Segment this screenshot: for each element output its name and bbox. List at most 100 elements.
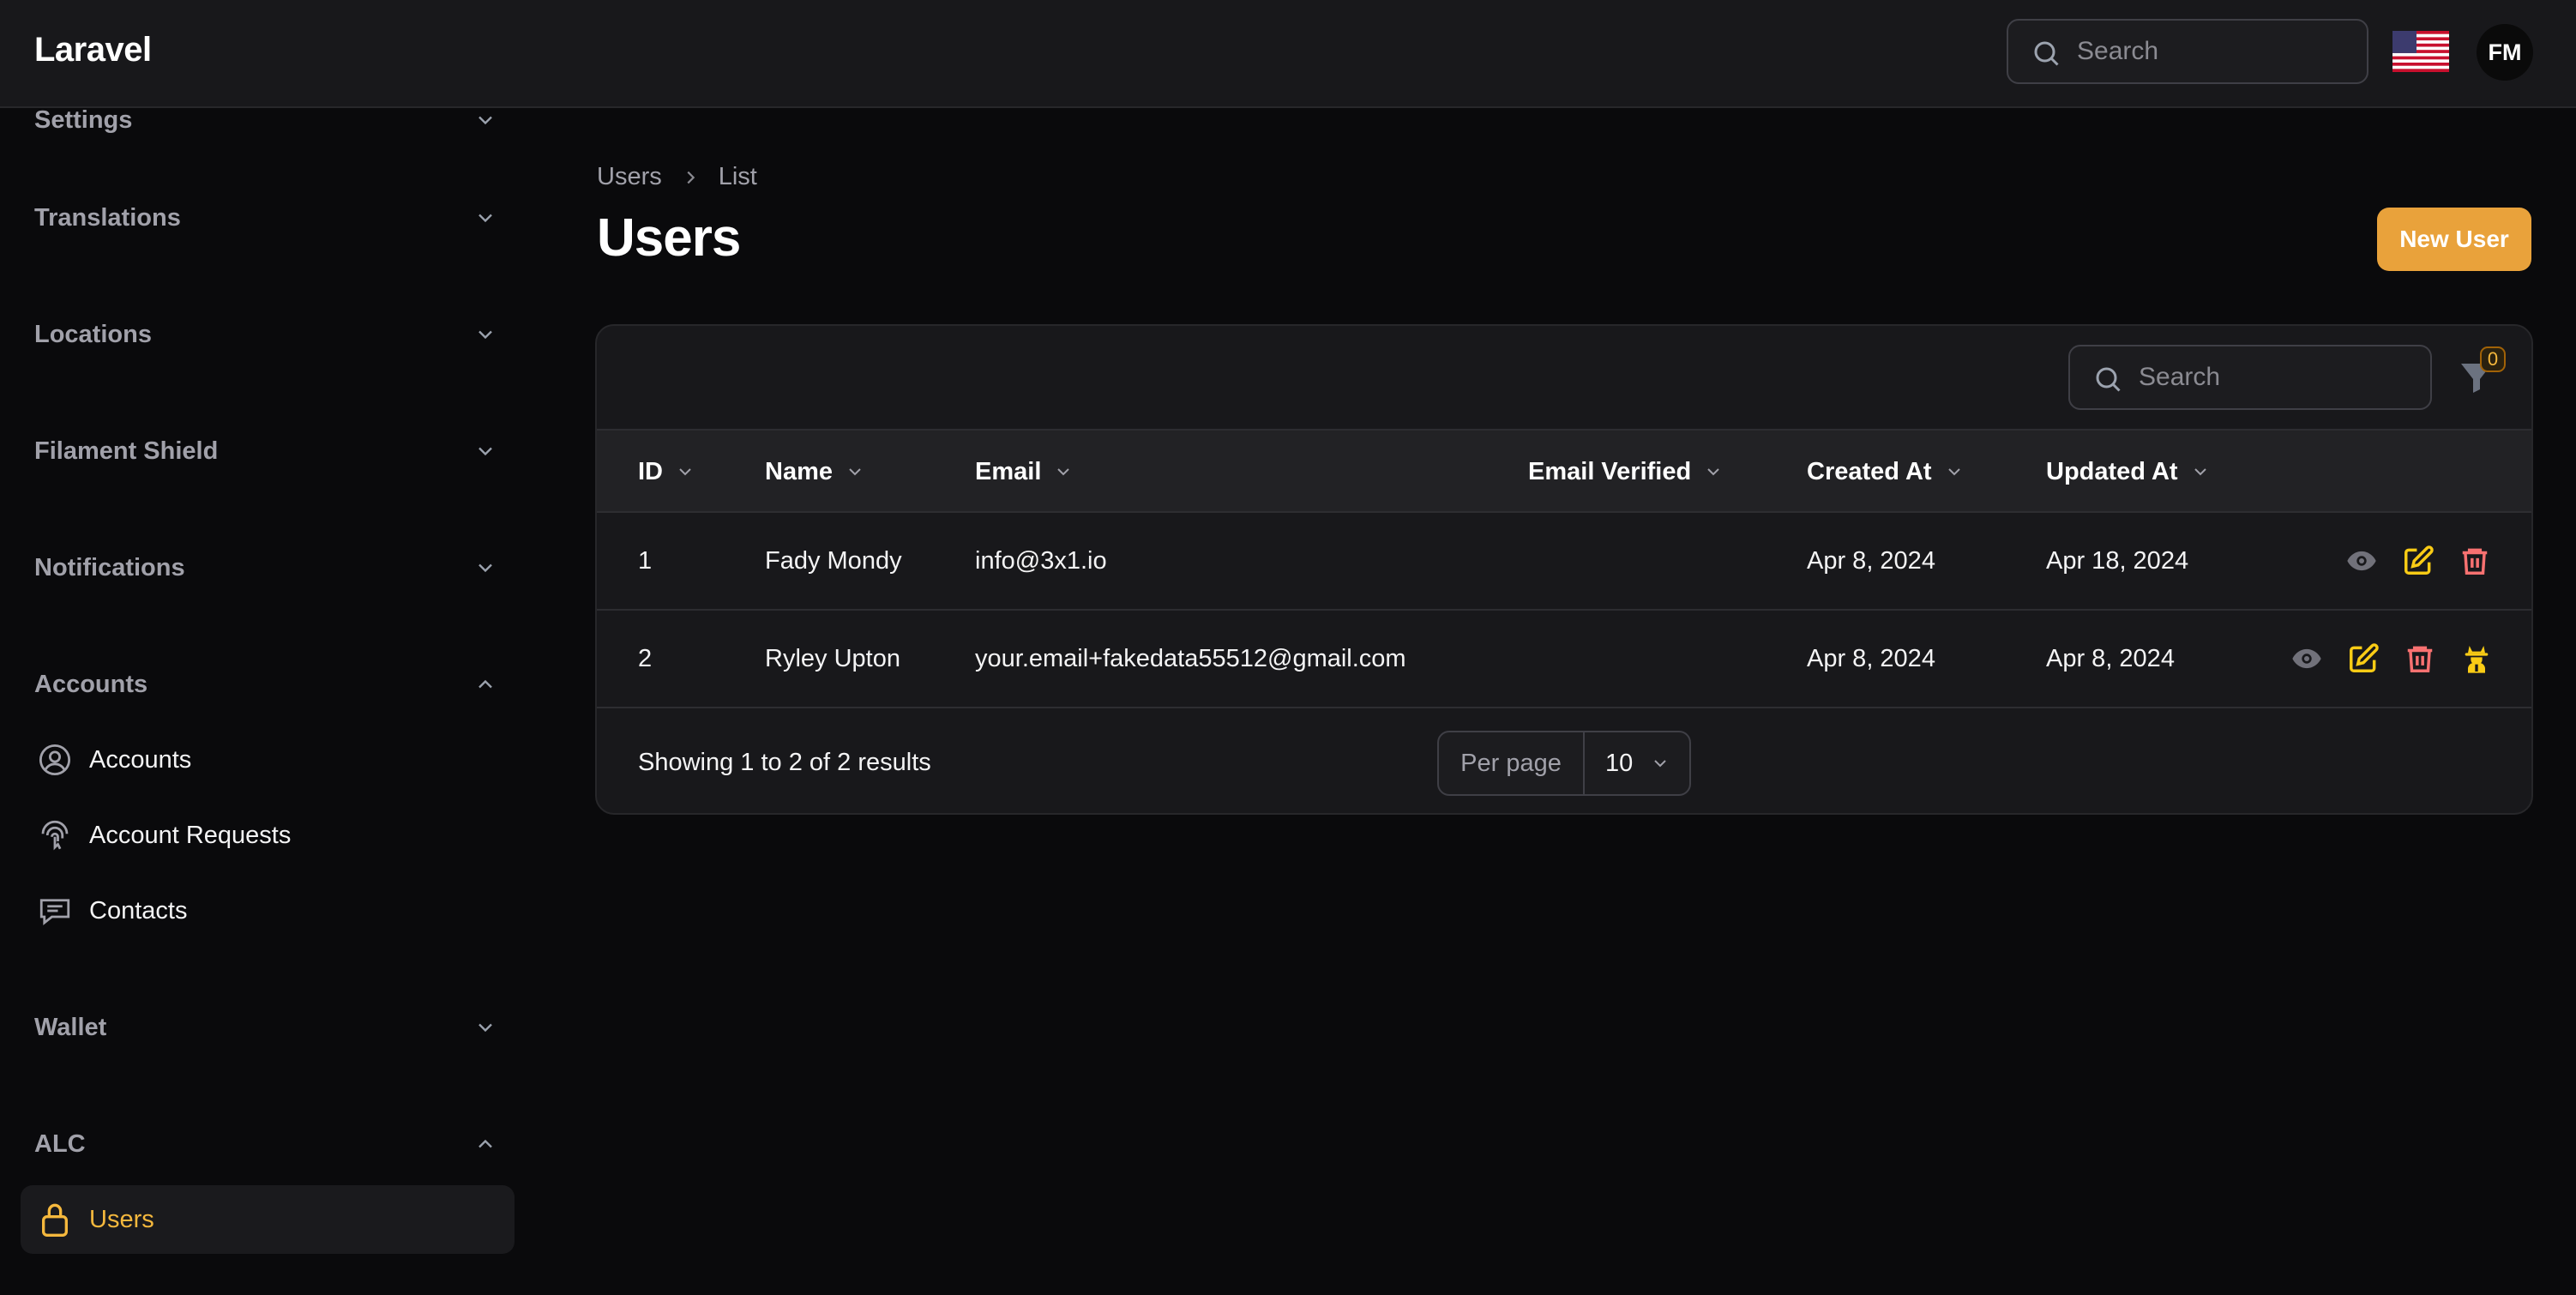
chevron-down-icon [478, 447, 492, 456]
column-label: ID [638, 457, 663, 485]
users-table: 0 ID Name Email Email Verified Created A… [595, 324, 2533, 815]
chat-bubble-icon [39, 899, 70, 925]
sidebar-item-label: Contacts [89, 896, 188, 925]
column-label: Updated At [2046, 457, 2178, 485]
user-avatar[interactable]: FM [2477, 24, 2533, 81]
table-row[interactable]: 1 Fady Mondy info@3x1.io Apr 8, 2024 Apr… [597, 513, 2531, 611]
per-page-dropdown[interactable]: 10 [1585, 732, 1689, 794]
sidebar-group-locations[interactable]: Locations [34, 309, 497, 360]
sidebar-item-label: Users [89, 1205, 154, 1233]
column-header-email[interactable]: Email [975, 431, 1074, 513]
sidebar-item-label: Accounts [89, 745, 192, 774]
sidebar-item-account-requests[interactable]: Account Requests [21, 801, 515, 870]
chevron-down-icon [679, 468, 691, 476]
sidebar-group-alc[interactable]: ALC [34, 1118, 497, 1170]
search-icon [2034, 41, 2059, 66]
chevron-right-icon [687, 171, 695, 184]
sidebar-group-label: ALC [34, 1129, 86, 1158]
sidebar: Settings Translations Locations Filament… [0, 108, 532, 1295]
chevron-down-icon [1654, 760, 1666, 768]
user-circle-icon [39, 744, 71, 776]
global-search-input[interactable] [2077, 21, 2351, 82]
sidebar-group-settings[interactable]: Settings [34, 108, 497, 146]
per-page-value: 10 [1605, 749, 1634, 777]
table-search-input[interactable] [2139, 346, 2413, 408]
sidebar-group-filament-shield[interactable]: Filament Shield [34, 425, 497, 477]
global-search[interactable] [2007, 19, 2368, 84]
column-label: Name [765, 457, 833, 485]
table-footer: Showing 1 to 2 of 2 results Per page 10 [597, 710, 2531, 813]
column-header-email-verified[interactable]: Email Verified [1528, 431, 1724, 513]
cell-updated-at: Apr 8, 2024 [2046, 644, 2175, 672]
breadcrumb-item: List [718, 163, 757, 190]
cell-name: Ryley Upton [765, 644, 900, 672]
cell-email: info@3x1.io [975, 546, 1107, 575]
cell-id: 2 [638, 644, 653, 672]
sidebar-group-label: Notifications [34, 553, 185, 581]
breadcrumb: Users List [597, 163, 757, 191]
column-label: Email [975, 457, 1042, 485]
chevron-down-icon [2194, 468, 2206, 476]
filter-count-badge: 0 [2480, 346, 2506, 372]
sidebar-item-label: Account Requests [89, 821, 292, 849]
search-icon [2096, 367, 2121, 392]
chevron-down-icon [1707, 468, 1719, 476]
per-page-label: Per page [1439, 732, 1585, 794]
edit-icon[interactable] [2401, 544, 2435, 578]
view-icon[interactable] [2290, 641, 2324, 676]
table-header: ID Name Email Email Verified Created At … [597, 429, 2531, 513]
column-header-updated-at[interactable]: Updated At [2046, 431, 2211, 513]
sidebar-group-wallet[interactable]: Wallet [34, 1002, 497, 1053]
sidebar-item-contacts[interactable]: Contacts [21, 876, 515, 945]
sidebar-group-label: Wallet [34, 1013, 107, 1041]
chevron-up-icon [478, 679, 492, 689]
chevron-down-icon [849, 468, 861, 476]
cell-id: 1 [638, 546, 653, 575]
sidebar-group-label: Accounts [34, 670, 148, 698]
chevron-up-icon [478, 1139, 492, 1148]
sidebar-group-accounts[interactable]: Accounts [34, 659, 497, 710]
delete-icon[interactable] [2403, 641, 2437, 676]
column-label: Email Verified [1528, 457, 1692, 485]
sidebar-group-label: Locations [34, 320, 152, 348]
cell-updated-at: Apr 18, 2024 [2046, 546, 2189, 575]
table-search[interactable] [2068, 345, 2432, 410]
new-user-button[interactable]: New User [2377, 208, 2531, 271]
column-header-id[interactable]: ID [638, 431, 695, 513]
per-page-select[interactable]: Per page 10 [1437, 731, 1691, 796]
row-actions [2344, 513, 2492, 609]
results-summary: Showing 1 to 2 of 2 results [638, 748, 931, 776]
finger-print-icon [41, 820, 69, 851]
column-header-name[interactable]: Name [765, 431, 865, 513]
lock-icon [42, 1203, 68, 1237]
view-icon[interactable] [2344, 544, 2379, 578]
page-title: Users [597, 208, 741, 268]
chevron-down-icon [1947, 468, 1960, 476]
cell-email: your.email+fakedata55512@gmail.com [975, 644, 1406, 672]
sidebar-group-translations[interactable]: Translations [34, 192, 497, 244]
breadcrumb-item[interactable]: Users [597, 163, 662, 191]
delete-icon[interactable] [2458, 544, 2492, 578]
chevron-down-icon [478, 563, 492, 573]
column-label: Created At [1807, 457, 1932, 485]
top-bar: Laravel FM [0, 0, 2576, 108]
chevron-down-icon [478, 214, 492, 223]
table-row[interactable]: 2 Ryley Upton your.email+fakedata55512@g… [597, 611, 2531, 708]
sidebar-group-label: Filament Shield [34, 437, 219, 465]
sidebar-group-notifications[interactable]: Notifications [34, 542, 497, 593]
column-header-created-at[interactable]: Created At [1807, 431, 1965, 513]
impersonate-icon[interactable] [2459, 641, 2494, 676]
us-flag-icon[interactable] [2392, 31, 2449, 72]
brand-logo[interactable]: Laravel [34, 31, 152, 69]
cell-created-at: Apr 8, 2024 [1807, 644, 1935, 672]
sidebar-item-users[interactable]: Users [21, 1185, 515, 1254]
chevron-down-icon [1057, 468, 1070, 476]
sidebar-item-accounts[interactable]: Accounts [21, 726, 515, 794]
sidebar-group-label: Settings [34, 108, 133, 134]
chevron-down-icon [478, 116, 492, 125]
cell-created-at: Apr 8, 2024 [1807, 546, 1935, 575]
row-actions [2290, 611, 2494, 707]
edit-icon[interactable] [2346, 641, 2380, 676]
chevron-down-icon [478, 330, 492, 340]
cell-name: Fady Mondy [765, 546, 902, 575]
